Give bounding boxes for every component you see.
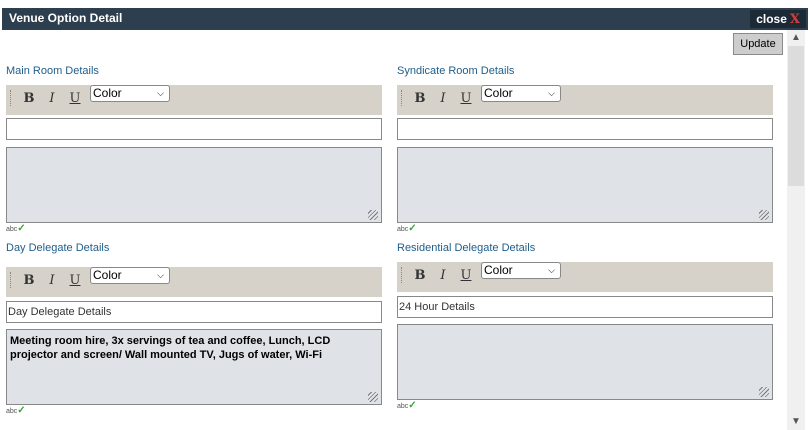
bold-button[interactable]: B <box>411 267 429 285</box>
spellcheck-icon[interactable]: abc✓ <box>397 223 417 234</box>
day-delegate-editor: B I U Color ⌵ Day Delegate Details Meetin… <box>6 267 384 417</box>
color-select-value: Color <box>484 263 513 277</box>
spellcheck-label: abc <box>397 403 409 410</box>
close-label: close <box>756 12 787 26</box>
color-select[interactable]: Color ⌵ <box>481 85 561 102</box>
toolbar-grip-icon <box>10 272 12 288</box>
color-select[interactable]: Color ⌵ <box>90 267 170 284</box>
spellcheck-icon[interactable]: abc✓ <box>6 405 26 416</box>
italic-button[interactable]: I <box>43 90 61 108</box>
resize-handle-icon[interactable] <box>759 210 769 220</box>
color-select-value: Color <box>93 268 122 282</box>
scroll-thumb[interactable] <box>788 46 804 186</box>
syndicate-room-body-textarea[interactable] <box>397 147 773 223</box>
residential-delegate-label: Residential Delegate Details <box>397 242 536 254</box>
color-select[interactable]: Color ⌵ <box>481 262 561 279</box>
toolbar-grip-icon <box>401 267 403 283</box>
toolbar-grip-icon <box>401 90 403 106</box>
close-icon: X <box>789 12 800 27</box>
italic-button[interactable]: I <box>434 90 452 108</box>
check-icon: ✓ <box>17 405 26 416</box>
day-delegate-label: Day Delegate Details <box>6 242 110 254</box>
syndicate-room-editor: B I U Color ⌵ abc✓ <box>397 85 775 235</box>
check-icon: ✓ <box>408 223 417 234</box>
underline-button[interactable]: U <box>457 267 475 285</box>
resize-handle-icon[interactable] <box>368 210 378 220</box>
chevron-down-icon: ⌵ <box>548 88 555 98</box>
scroll-down-icon[interactable]: ▼ <box>787 414 805 430</box>
spellcheck-label: abc <box>397 226 409 233</box>
day-delegate-subject-input[interactable]: Day Delegate Details <box>6 301 382 323</box>
bold-button[interactable]: B <box>20 90 38 108</box>
editor-toolbar: B I U Color ⌵ <box>397 262 773 292</box>
chevron-down-icon: ⌵ <box>548 265 555 275</box>
update-button[interactable]: Update <box>733 33 783 55</box>
toolbar-grip-icon <box>10 90 12 106</box>
color-select-value: Color <box>484 86 513 100</box>
residential-delegate-body-textarea[interactable] <box>397 324 773 400</box>
syndicate-room-subject-input[interactable] <box>397 118 773 140</box>
spellcheck-label: abc <box>6 408 18 415</box>
main-room-editor: B I U Color ⌵ abc✓ <box>6 85 384 235</box>
bold-button[interactable]: B <box>411 90 429 108</box>
main-room-body-textarea[interactable] <box>6 147 382 223</box>
dialog-title: Venue Option Detail <box>9 11 123 25</box>
spellcheck-icon[interactable]: abc✓ <box>397 400 417 411</box>
bold-button[interactable]: B <box>20 272 38 290</box>
day-delegate-body-textarea[interactable]: Meeting room hire, 3x servings of tea an… <box>6 329 382 405</box>
chevron-down-icon: ⌵ <box>157 88 164 98</box>
underline-button[interactable]: U <box>457 90 475 108</box>
editor-toolbar: B I U Color ⌵ <box>397 85 773 115</box>
main-room-subject-input[interactable] <box>6 118 382 140</box>
color-select[interactable]: Color ⌵ <box>90 85 170 102</box>
resize-handle-icon[interactable] <box>368 392 378 402</box>
check-icon: ✓ <box>408 400 417 411</box>
spellcheck-icon[interactable]: abc✓ <box>6 223 26 234</box>
editor-toolbar: B I U Color ⌵ <box>6 267 382 297</box>
editor-toolbar: B I U Color ⌵ <box>6 85 382 115</box>
venue-option-dialog: Venue Option Detail close X Update ▲ ▼ Ma… <box>0 0 810 430</box>
resize-handle-icon[interactable] <box>759 387 769 397</box>
vertical-scrollbar[interactable]: ▲ ▼ <box>787 30 805 430</box>
check-icon: ✓ <box>17 223 26 234</box>
close-button[interactable]: close X <box>750 10 806 28</box>
italic-button[interactable]: I <box>43 272 61 290</box>
residential-delegate-editor: B I U Color ⌵ 24 Hour Details abc✓ <box>397 262 775 412</box>
spellcheck-label: abc <box>6 226 18 233</box>
underline-button[interactable]: U <box>66 90 84 108</box>
residential-delegate-subject-input[interactable]: 24 Hour Details <box>397 296 773 318</box>
italic-button[interactable]: I <box>434 267 452 285</box>
dialog-titlebar: Venue Option Detail close X <box>2 8 808 30</box>
underline-button[interactable]: U <box>66 272 84 290</box>
color-select-value: Color <box>93 86 122 100</box>
main-room-label: Main Room Details <box>6 65 99 77</box>
syndicate-room-label: Syndicate Room Details <box>397 65 515 77</box>
chevron-down-icon: ⌵ <box>157 270 164 280</box>
scroll-up-icon[interactable]: ▲ <box>787 30 805 46</box>
